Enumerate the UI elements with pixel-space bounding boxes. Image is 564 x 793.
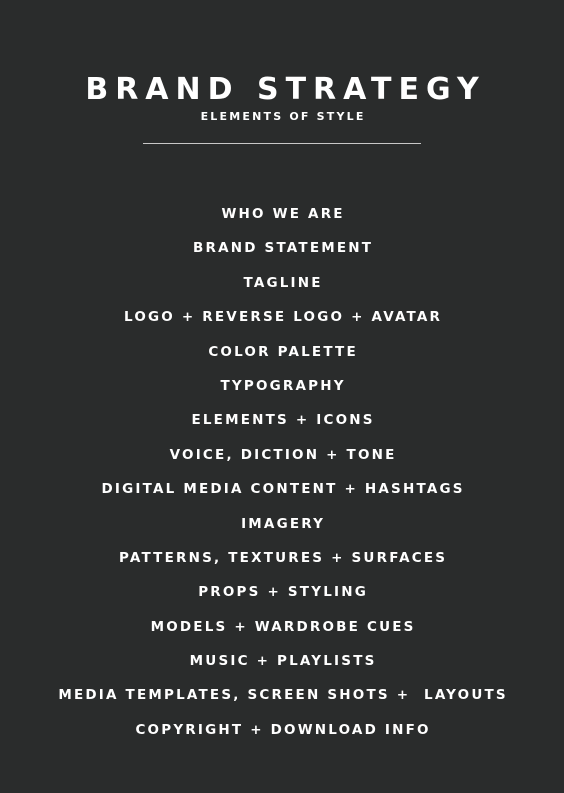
divider xyxy=(143,143,421,144)
contents-item: COLOR PALETTE xyxy=(208,343,358,360)
contents-item: MODELS + WARDROBE CUES xyxy=(150,618,416,635)
contents-item: BRAND STATEMENT xyxy=(192,240,374,257)
contents-item: PROPS + STYLING xyxy=(198,584,368,601)
contents-item: ELEMENTS + ICONS xyxy=(191,412,375,429)
contents-list: WHO WE ARE BRAND STATEMENT TAGLINE LOGO … xyxy=(0,204,564,754)
contents-item: WHO WE ARE xyxy=(221,206,345,222)
page-title: BRAND STRATEGY xyxy=(85,72,486,108)
contents-item: TYPOGRAPHY xyxy=(220,377,346,394)
contents-item: MUSIC + PLAYLISTS xyxy=(189,653,377,670)
page-subtitle: ELEMENTS OF STYLE xyxy=(200,110,366,123)
contents-item: PATTERNS, TEXTURES + SURFACES xyxy=(119,549,448,566)
contents-item: DIGITAL MEDIA CONTENT + HASHTAGS xyxy=(101,481,465,498)
contents-item: VOICE, DICTION + TONE xyxy=(169,446,397,463)
contents-item: IMAGERY xyxy=(241,515,326,532)
contents-item: MEDIA TEMPLATES, SCREEN SHOTS + LAYOUTS xyxy=(58,687,508,704)
contents-item: LOGO + REVERSE LOGO + AVATAR xyxy=(124,309,443,326)
contents-item: TAGLINE xyxy=(243,274,323,291)
contents-item: COPYRIGHT + DOWNLOAD INFO xyxy=(135,721,431,738)
page: BRAND STRATEGY ELEMENTS OF STYLE WHO WE … xyxy=(0,0,564,793)
